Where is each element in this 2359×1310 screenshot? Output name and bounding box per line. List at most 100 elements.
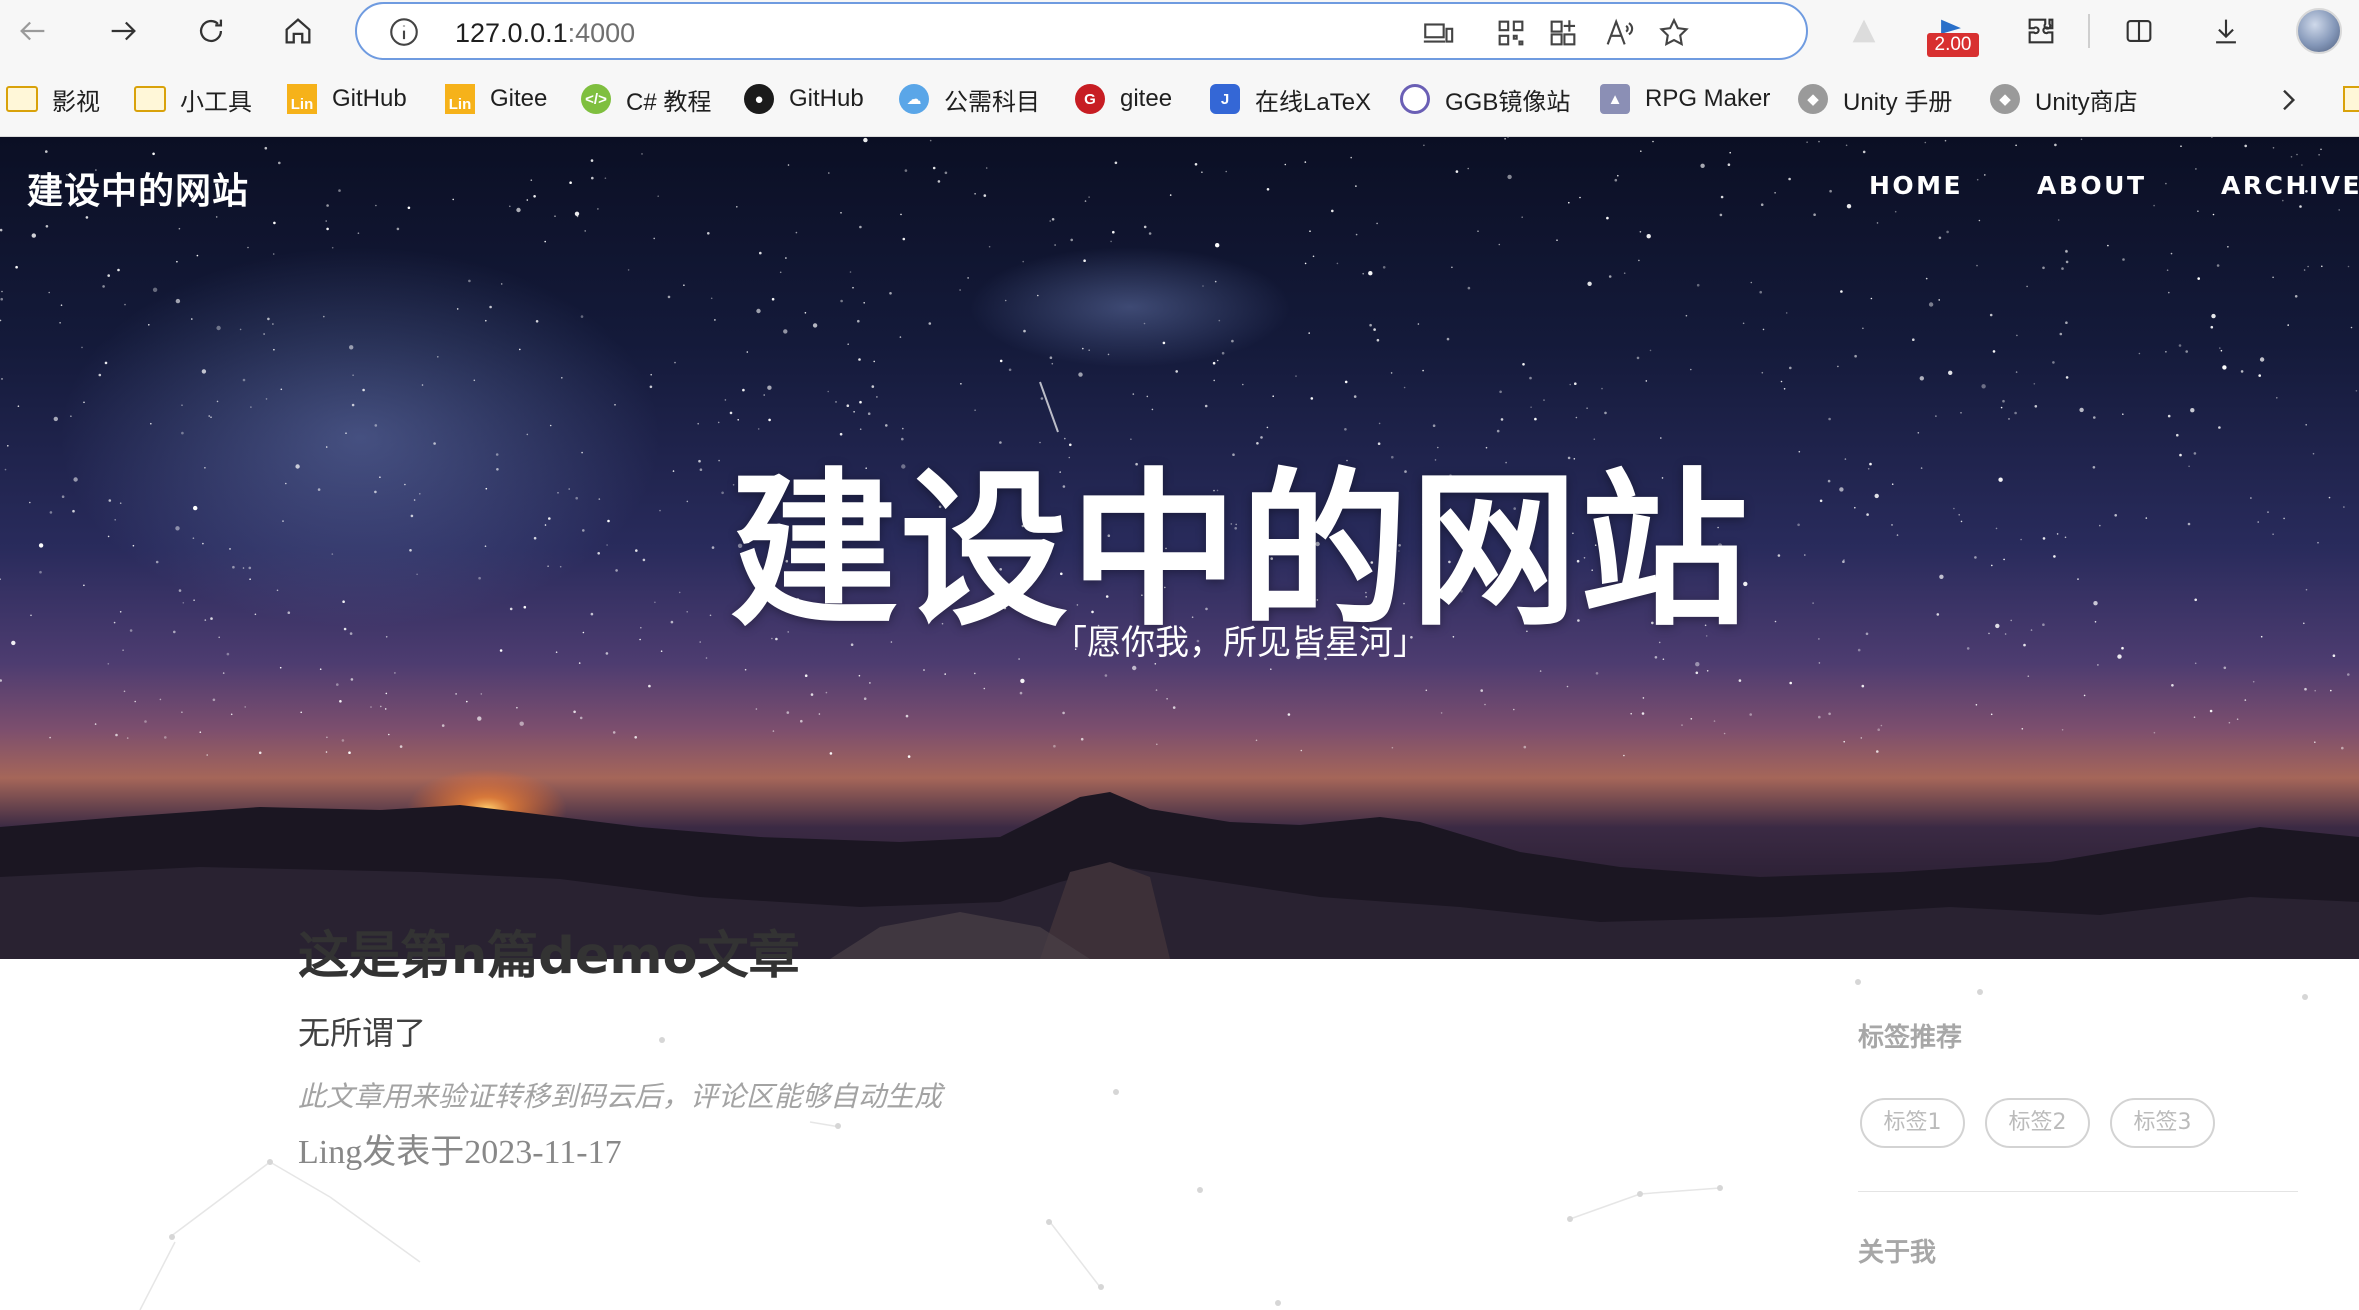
star <box>907 755 911 758</box>
bookmark-gitee-lin[interactable]: Lin Gitee <box>444 80 547 118</box>
profile-avatar[interactable] <box>2296 8 2342 54</box>
bookmark-github[interactable]: ● GitHub <box>743 80 864 118</box>
star <box>2065 376 2069 379</box>
nav-home[interactable]: HOME <box>1869 171 1963 200</box>
star <box>2272 276 2274 279</box>
bookmark-unity-store[interactable]: ◆ Unity商店 <box>1989 80 2138 118</box>
tag-pill[interactable]: 标签3 <box>2110 1098 2215 1148</box>
star <box>2341 746 2344 750</box>
star <box>667 295 671 299</box>
star <box>1837 365 1839 368</box>
favorite-star-icon[interactable] <box>1655 14 1693 52</box>
star <box>1201 171 1203 173</box>
device-icon[interactable] <box>1419 14 1457 52</box>
star <box>714 319 716 321</box>
star <box>31 233 36 238</box>
star <box>441 724 445 727</box>
star <box>117 268 120 272</box>
bookmark-label: 在线LaTeX <box>1255 88 1372 116</box>
star <box>230 713 233 716</box>
star <box>477 716 482 721</box>
chevron-right-icon[interactable] <box>2272 84 2304 116</box>
folder-icon[interactable] <box>2343 86 2359 112</box>
star <box>1566 685 1569 688</box>
star <box>2061 729 2064 731</box>
star <box>1760 203 1764 206</box>
bookmark-folder-tools[interactable]: 小工具 <box>134 80 252 118</box>
nav-about[interactable]: ABOUT <box>2037 171 2147 200</box>
star <box>102 285 105 288</box>
address-bar[interactable]: 127.0.0.1:4000 <box>355 2 1808 60</box>
star <box>710 297 713 300</box>
star <box>1579 196 1581 199</box>
star <box>1369 323 1372 327</box>
post-subtitle[interactable]: 无所谓了 <box>298 1008 426 1054</box>
star <box>1 378 3 380</box>
star <box>2299 205 2302 208</box>
star <box>1862 150 1866 154</box>
star <box>1854 354 1857 358</box>
extension-triangle-icon[interactable] <box>1841 8 1887 54</box>
forward-button[interactable] <box>100 8 146 54</box>
star <box>772 730 775 732</box>
star <box>45 150 48 153</box>
star <box>967 277 969 279</box>
star <box>858 674 861 677</box>
star <box>1114 161 1118 165</box>
info-icon[interactable] <box>387 15 421 49</box>
read-aloud-icon[interactable] <box>1600 14 1638 52</box>
bookmark-github-lin[interactable]: Lin GitHub <box>286 80 407 118</box>
bookmark-label: gitee <box>1120 85 1173 112</box>
star <box>1040 397 1044 400</box>
star <box>2304 687 2307 691</box>
star <box>657 195 659 197</box>
post-title[interactable]: 这是第n篇demo文章 <box>298 914 800 988</box>
star <box>1569 383 1571 386</box>
qr-code-icon[interactable] <box>1492 14 1530 52</box>
bookmark-gitee[interactable]: G gitee <box>1074 80 1172 118</box>
star <box>2165 351 2167 353</box>
reload-button[interactable] <box>188 8 234 54</box>
star <box>216 400 219 403</box>
star <box>456 308 459 310</box>
bookmark-rpg-maker[interactable]: ▲ RPG Maker <box>1599 80 1770 118</box>
star <box>15 265 18 269</box>
extensions-puzzle-icon[interactable] <box>2018 8 2064 54</box>
star <box>959 289 961 291</box>
back-button[interactable] <box>10 8 56 54</box>
download-icon[interactable] <box>2203 8 2249 54</box>
star <box>2228 721 2231 724</box>
star <box>2026 285 2028 288</box>
tag-pill[interactable]: 标签2 <box>1985 1098 2090 1148</box>
star <box>421 384 424 386</box>
star <box>509 205 511 208</box>
site-brand[interactable]: 建设中的网站 <box>27 162 249 214</box>
star <box>1507 174 1512 180</box>
star <box>974 409 976 412</box>
app-add-icon[interactable] <box>1544 14 1582 52</box>
star <box>2318 154 2320 156</box>
star <box>1813 213 1816 216</box>
nav-archive[interactable]: ARCHIVE <box>2221 171 2359 200</box>
bookmark-gongxu[interactable]: ☁ 公需科目 <box>898 80 1040 118</box>
bookmark-folder-yingshi[interactable]: 影视 <box>6 80 100 118</box>
star <box>519 348 521 351</box>
star <box>574 211 580 216</box>
split-screen-icon[interactable] <box>2116 8 2162 54</box>
star <box>2190 408 2195 413</box>
bookmark-latex[interactable]: J 在线LaTeX <box>1209 80 1371 118</box>
star <box>641 153 643 155</box>
star <box>1846 204 1852 209</box>
bookmark-csharp-tutorial[interactable]: </> C# 教程 <box>580 80 711 118</box>
star <box>1146 395 1149 398</box>
home-button[interactable] <box>275 8 321 54</box>
star <box>1695 671 1699 675</box>
star <box>2171 684 2174 687</box>
bookmark-ggb[interactable]: GGB镜像站 <box>1399 80 1570 118</box>
bookmark-unity-manual[interactable]: ◆ Unity 手册 <box>1797 80 1952 118</box>
star <box>742 388 745 392</box>
tag-pill[interactable]: 标签1 <box>1860 1098 1965 1148</box>
arrow-left-icon <box>20 21 45 41</box>
star <box>1606 216 1609 220</box>
star <box>1440 712 1443 714</box>
